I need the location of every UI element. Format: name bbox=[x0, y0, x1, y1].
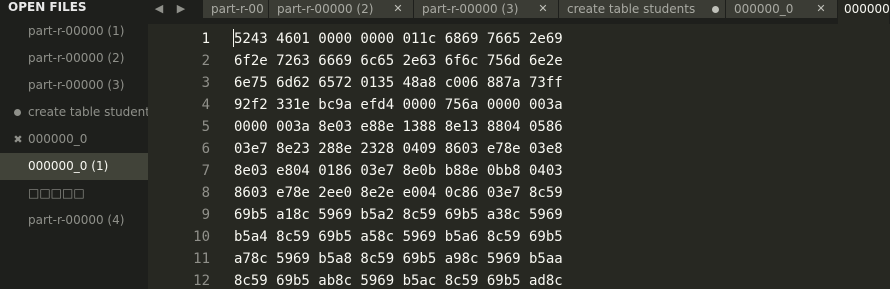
line-number: 5 bbox=[201, 119, 210, 135]
line-number: 3 bbox=[201, 75, 210, 91]
file-name: part-r-00000 (2) bbox=[28, 51, 125, 65]
file-name: part-r-00000 (3) bbox=[28, 78, 125, 92]
sidebar-file-item[interactable]: part-r-00000 (3) bbox=[0, 72, 148, 99]
line-number: 12 bbox=[193, 273, 210, 289]
code-line[interactable]: 6f2e 7263 6669 6c65 2e63 6f6c 756d 6e2e bbox=[234, 50, 563, 72]
sublime-editor-window: OPEN FILES part-r-00000 (1) part-r-00000… bbox=[0, 0, 890, 289]
code-line[interactable]: 03e7 8e23 288e 2328 0409 8603 e78e 03e8 bbox=[234, 138, 563, 160]
tab-close-icon[interactable]: ✕ bbox=[536, 0, 550, 18]
sidebar-file-item[interactable]: part-r-00000 (1) bbox=[0, 18, 148, 45]
sidebar-file-item[interactable]: part-r-00000 (4) bbox=[0, 207, 148, 234]
line-number: 8 bbox=[201, 185, 210, 201]
code-line[interactable]: b5a4 8c59 69b5 a58c 5969 b5a6 8c59 69b5 bbox=[234, 226, 563, 248]
line-number: 7 bbox=[201, 163, 210, 179]
tab-scroll-left-icon[interactable]: ◀ bbox=[152, 0, 166, 18]
file-name: □□□□□ bbox=[28, 186, 85, 200]
line-number-gutter: 1 2 3 4 5 6 7 8 9 10 11 12 bbox=[148, 24, 210, 289]
code-line[interactable]: 0000 003a 8e03 e88e 1388 8e13 8804 0586 bbox=[234, 116, 563, 138]
tab-bar: ◀ ▶ part-r-00 part-r-00000 (2) ✕ part-r-… bbox=[148, 0, 890, 24]
code-line[interactable]: 6e75 6d62 6572 0135 48a8 c006 887a 73ff bbox=[234, 72, 563, 94]
sidebar-file-item[interactable]: create table students( bbox=[0, 99, 148, 126]
line-number: 6 bbox=[201, 141, 210, 157]
tab-close-icon[interactable]: ✕ bbox=[391, 0, 405, 18]
line-number: 10 bbox=[193, 229, 210, 245]
text-cursor bbox=[233, 29, 234, 47]
line-number: 2 bbox=[201, 53, 210, 69]
tab-label: create table students( bbox=[567, 2, 695, 16]
tab[interactable]: part-r-00000 (3) ✕ bbox=[414, 0, 559, 18]
unsaved-dot-icon[interactable] bbox=[14, 109, 21, 116]
line-number: 1 bbox=[201, 31, 210, 47]
sidebar-file-item-selected[interactable]: 000000_0 (1) bbox=[0, 153, 148, 180]
tab-label: 000000_0 bbox=[844, 2, 890, 16]
code-line[interactable]: 8603 e78e 2ee0 8e2e e004 0c86 03e7 8c59 bbox=[234, 182, 563, 204]
tab[interactable]: 000000_0 ✕ bbox=[726, 0, 838, 18]
file-name: create table students( bbox=[28, 105, 148, 119]
tab-scroll-right-icon[interactable]: ▶ bbox=[174, 0, 188, 18]
editor-area[interactable]: 1 2 3 4 5 6 7 8 9 10 11 12 5243 4601 000… bbox=[148, 24, 890, 289]
sidebar: OPEN FILES part-r-00000 (1) part-r-00000… bbox=[0, 0, 148, 289]
tab-label: 000000_0 bbox=[734, 2, 794, 16]
tab[interactable]: part-r-00000 (2) ✕ bbox=[269, 0, 414, 18]
tab-active[interactable]: 000000_0 bbox=[838, 0, 890, 24]
code-line[interactable]: 8c59 69b5 ab8c 5969 b5ac 8c59 69b5 ad8c bbox=[234, 270, 563, 289]
unsaved-dot-icon[interactable] bbox=[712, 6, 719, 13]
line-number: 9 bbox=[201, 207, 210, 223]
code-line[interactable]: 8e03 e804 0186 03e7 8e0b b88e 0bb8 0403 bbox=[234, 160, 563, 182]
file-name: 000000_0 (1) bbox=[28, 159, 109, 173]
tab-label: part-r-00 bbox=[211, 2, 264, 16]
sidebar-title: OPEN FILES bbox=[8, 0, 87, 14]
line-number: 4 bbox=[201, 97, 210, 113]
tab[interactable]: create table students( bbox=[559, 0, 726, 18]
tab-label: part-r-00000 (2) bbox=[277, 2, 374, 16]
sidebar-file-item[interactable]: part-r-00000 (2) bbox=[0, 45, 148, 72]
code-line[interactable]: a78c 5969 b5a8 8c59 69b5 a98c 5969 b5aa bbox=[234, 248, 563, 270]
code-line[interactable]: 92f2 331e bc9a efd4 0000 756a 0000 003a bbox=[234, 94, 563, 116]
file-name: 000000_0 bbox=[28, 132, 88, 146]
sidebar-file-item[interactable]: □□□□□ bbox=[0, 180, 148, 207]
line-number: 11 bbox=[193, 251, 210, 267]
tab-label: part-r-00000 (3) bbox=[422, 2, 519, 16]
file-name: part-r-00000 (4) bbox=[28, 213, 125, 227]
code-line[interactable]: 5243 4601 0000 0000 011c 6869 7665 2e69 bbox=[234, 28, 563, 50]
sidebar-file-item[interactable]: ✖ 000000_0 bbox=[0, 126, 148, 153]
file-name: part-r-00000 (1) bbox=[28, 24, 125, 38]
close-icon[interactable]: ✖ bbox=[12, 126, 24, 153]
tab[interactable]: part-r-00 bbox=[203, 0, 269, 18]
code-line[interactable]: 69b5 a18c 5969 b5a2 8c59 69b5 a38c 5969 bbox=[234, 204, 563, 226]
tab-close-icon[interactable]: ✕ bbox=[814, 0, 828, 18]
